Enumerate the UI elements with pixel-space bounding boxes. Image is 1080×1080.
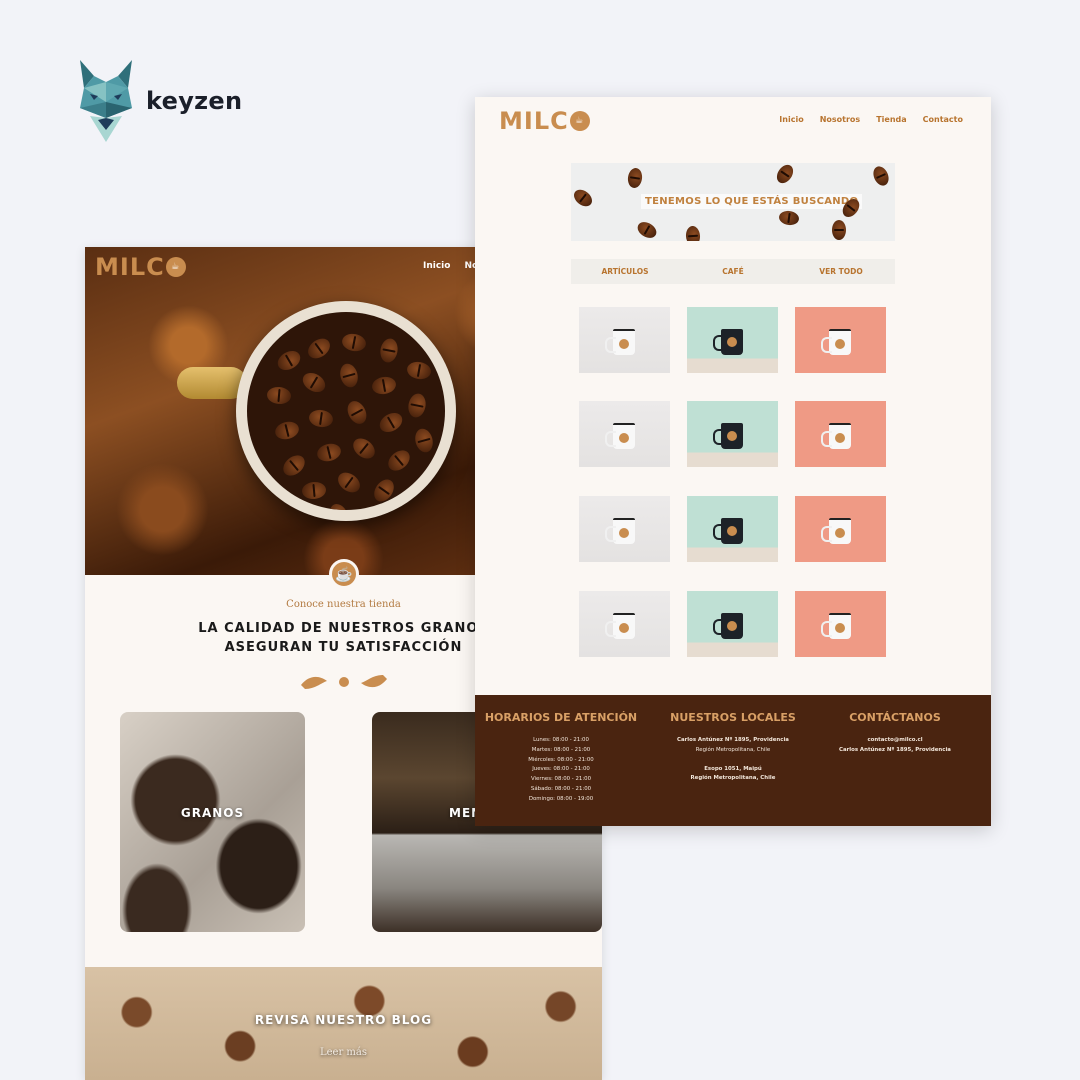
mug-icon (821, 423, 851, 449)
mug-icon (605, 613, 635, 639)
coffee-bean (778, 209, 800, 227)
footer-hours: HORARIOS DE ATENCIÓN Lunes: 08:00 - 21:0… (475, 711, 647, 805)
coffee-bean (279, 451, 309, 480)
coffee-mug (236, 301, 456, 521)
coffee-bean (274, 347, 304, 374)
coffee-bean (412, 426, 436, 455)
milco-logo-badge-icon: ☕ (569, 111, 590, 131)
product-card[interactable] (795, 401, 886, 467)
footer-locations-title: NUESTROS LOCALES (670, 711, 796, 724)
coffee-bean (773, 163, 797, 187)
store-nav: Inicio Nosotros Tienda Contacto (779, 115, 963, 124)
contact-email-link[interactable]: contacto@milco.cl (809, 736, 981, 746)
coffee-bean (334, 468, 364, 497)
mug-icon (821, 329, 851, 355)
brand-name: keyzen (146, 87, 243, 115)
filter-articulos[interactable]: ARTÍCULOS (571, 259, 679, 284)
coffee-bean (340, 331, 368, 354)
coffee-bean (299, 369, 329, 396)
coffee-bean (370, 375, 398, 396)
coffee-beans (247, 312, 445, 510)
milco-logo[interactable]: MILC ☕ (95, 253, 186, 281)
mug-icon (713, 518, 743, 544)
coffee-bean (307, 408, 335, 429)
coffee-bean (304, 334, 334, 363)
mug-icon (713, 613, 743, 639)
coffee-bean (626, 167, 644, 189)
mug-icon (821, 518, 851, 544)
mug-icon (821, 613, 851, 639)
product-card[interactable] (579, 591, 670, 657)
filter-ver-todo[interactable]: VER TODO (787, 259, 895, 284)
product-card[interactable] (687, 496, 778, 562)
product-card[interactable] (687, 401, 778, 467)
product-card[interactable] (795, 591, 886, 657)
product-card[interactable] (579, 401, 670, 467)
product-card[interactable] (795, 496, 886, 562)
nav-inicio[interactable]: Inicio (423, 261, 450, 271)
coffee-bean (370, 475, 398, 506)
footer-locations: NUESTROS LOCALES Carlos Antúnez Nº 1895,… (647, 711, 819, 784)
coffee-bean (273, 419, 301, 442)
filter-cafe[interactable]: CAFÉ (679, 259, 787, 284)
mug-icon (713, 329, 743, 355)
coffee-badge-icon: ☕ (329, 559, 359, 589)
store-footer: HORARIOS DE ATENCIÓN Lunes: 08:00 - 21:0… (475, 695, 991, 826)
product-card[interactable] (687, 307, 778, 373)
banner-text: TENEMOS LO QUE ESTÁS BUSCANDO (641, 194, 863, 209)
coffee-bean (870, 164, 892, 188)
blog-read-more-link[interactable]: Leer más (85, 1047, 602, 1058)
coffee-bean (685, 225, 701, 241)
nav-contacto[interactable]: Contacto (923, 115, 963, 124)
card-granos-label: GRANOS (180, 806, 245, 820)
coffee-bean (405, 360, 433, 381)
mug-icon (605, 518, 635, 544)
blog-title: REVISA NUESTRO BLOG (254, 1013, 433, 1027)
mug-icon (605, 329, 635, 355)
coffee-bean (343, 397, 371, 428)
keyzen-brand: keyzen (76, 58, 242, 144)
coffee-bean (384, 446, 414, 475)
nav-inicio[interactable]: Inicio (779, 115, 803, 124)
footer-contact-title: CONTÁCTANOS (849, 711, 941, 724)
mug-icon (713, 423, 743, 449)
coffee-bean (349, 434, 379, 463)
card-granos[interactable]: GRANOS (120, 712, 305, 932)
coffee-bean (315, 441, 343, 464)
coffee-bean (378, 337, 400, 364)
mug-icon (605, 423, 635, 449)
product-card[interactable] (795, 307, 886, 373)
product-card[interactable] (579, 496, 670, 562)
nav-tienda[interactable]: Tienda (876, 115, 906, 124)
category-filters: ARTÍCULOS CAFÉ VER TODO (571, 259, 895, 284)
coffee-bean (301, 480, 327, 501)
milco-logo-badge-icon: ☕ (165, 257, 186, 277)
coffee-bean (634, 218, 660, 241)
store-page-mockup: MILC ☕ Inicio Nosotros Tienda Contacto T… (475, 97, 991, 826)
milco-logo[interactable]: MILC ☕ (499, 107, 590, 135)
ornament-divider-icon (301, 675, 387, 689)
wolf-logo-icon (80, 60, 132, 142)
product-card[interactable] (687, 591, 778, 657)
coffee-bean (376, 409, 406, 436)
coffee-bean (406, 392, 428, 419)
nav-nosotros[interactable]: Nosotros (820, 115, 860, 124)
coffee-bean (832, 220, 846, 240)
blog-banner: REVISA NUESTRO BLOG Leer más (85, 967, 602, 1080)
coffee-bean (571, 186, 596, 210)
coffee-bean (266, 385, 292, 406)
product-card[interactable] (579, 307, 670, 373)
coffee-bean (337, 361, 361, 390)
footer-hours-title: HORARIOS DE ATENCIÓN (484, 711, 638, 724)
coffee-bean (326, 501, 352, 510)
footer-contact: CONTÁCTANOS contacto@milco.cl Carlos Ant… (809, 711, 981, 756)
store-banner: TENEMOS LO QUE ESTÁS BUSCANDO (571, 163, 895, 241)
